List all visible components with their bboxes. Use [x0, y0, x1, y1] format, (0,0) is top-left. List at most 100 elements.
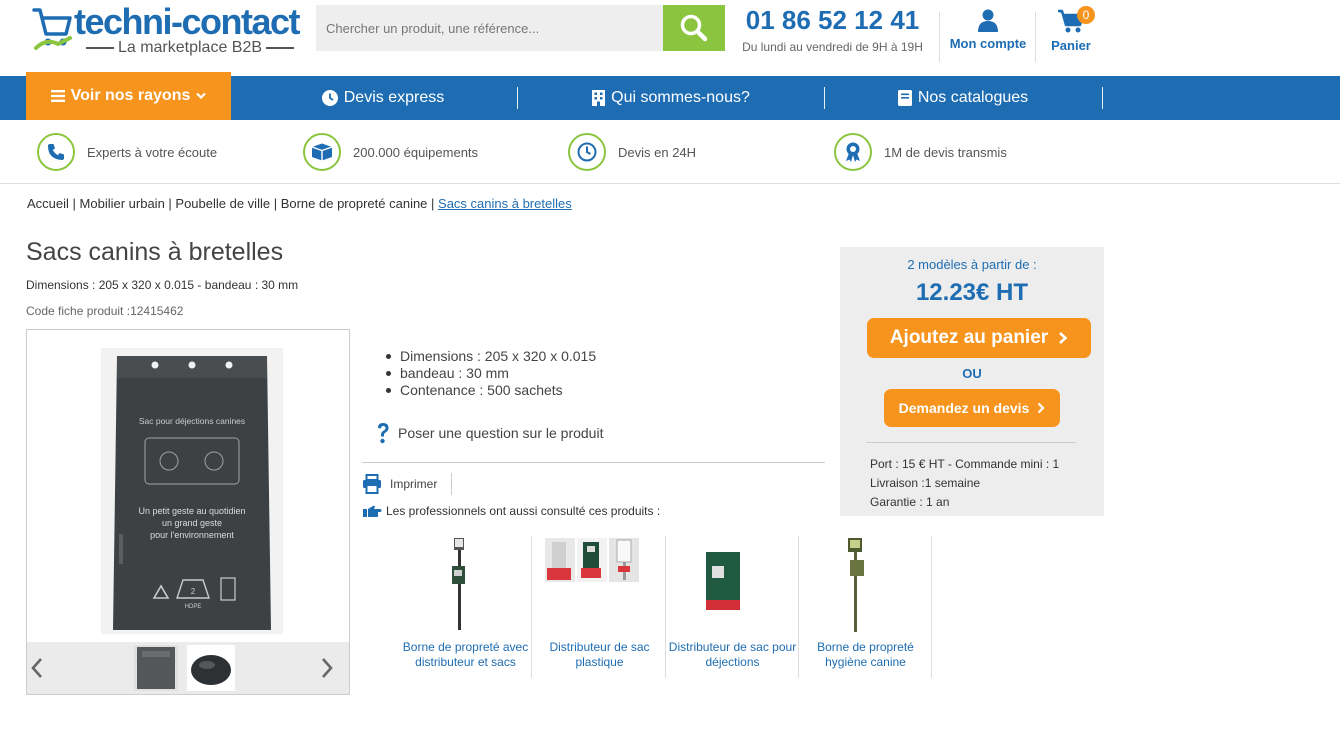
- book-icon: [897, 90, 912, 106]
- clock-icon: [568, 133, 606, 171]
- cart-count-badge: 0: [1077, 6, 1095, 24]
- breadcrumb-item[interactable]: Accueil: [27, 196, 69, 211]
- price-box: 2 modèles à partir de : 12.23€ HT Ajoute…: [840, 247, 1104, 516]
- feature-devis-transmis: 1M de devis transmis: [834, 132, 1007, 172]
- rayons-menu-button[interactable]: Voir nos rayons: [26, 72, 231, 120]
- ask-question-label: Poser une question sur le produit: [398, 425, 604, 441]
- nav-qui-sommes-nous[interactable]: Qui sommes-nous?: [540, 76, 802, 120]
- feature-label: Devis en 24H: [618, 144, 697, 160]
- chevron-right-icon[interactable]: [319, 656, 335, 680]
- breadcrumb-separator: |: [68, 196, 80, 211]
- logo[interactable]: techni-contact La marketplace B2B: [30, 2, 305, 58]
- feature-label: Experts à votre écoute: [87, 144, 218, 160]
- also-viewed-label: Les professionnels ont aussi consulté ce…: [386, 504, 661, 518]
- bag-slogan: pour l'environnement: [150, 530, 234, 540]
- breadcrumb-item[interactable]: Poubelle de ville: [175, 196, 270, 211]
- breadcrumb-current[interactable]: Sacs canins à bretelles: [438, 196, 572, 211]
- award-icon: [834, 133, 872, 171]
- related-product[interactable]: Distributeur de sac plastique: [533, 536, 666, 678]
- bag-slogan: un grand geste: [162, 518, 222, 528]
- header-divider: [1035, 12, 1036, 62]
- product-main-image[interactable]: Sac pour déjections canines Un petit ges…: [101, 348, 283, 634]
- thumbnail[interactable]: [187, 645, 235, 691]
- price: 12.23€ HT: [915, 279, 1029, 306]
- ask-question-link[interactable]: Poser une question sur le produit: [376, 422, 603, 444]
- related-product-label: Distributeur de sac pour déjections: [668, 640, 797, 669]
- hand-pointer-icon: [363, 505, 382, 517]
- add-to-cart-button[interactable]: Ajoutez au panier: [867, 318, 1091, 358]
- menu-icon: [50, 90, 65, 102]
- add-to-cart-label: Ajoutez au panier: [889, 327, 1049, 348]
- cart-label: Panier: [1051, 38, 1091, 53]
- nav-divider: [824, 87, 825, 109]
- search-input[interactable]: [316, 5, 663, 51]
- feature-equipements: 200.000 équipements: [303, 132, 478, 172]
- chevron-left-icon[interactable]: [29, 656, 45, 680]
- thumbnail[interactable]: [134, 645, 178, 691]
- cart-logo-icon: [32, 8, 72, 50]
- printer-icon: [363, 474, 381, 494]
- header-divider: [939, 12, 940, 62]
- product-gallery: Sac pour déjections canines Un petit ges…: [26, 329, 350, 695]
- product-title: Sacs canins à bretelles: [26, 238, 284, 266]
- or-label: OU: [962, 366, 982, 381]
- clock-icon: [321, 90, 338, 106]
- breadcrumb-item[interactable]: Mobilier urbain: [80, 196, 165, 211]
- related-product-image: [452, 538, 465, 630]
- breadcrumb: Accueil | Mobilier urbain | Poubelle de …: [27, 196, 572, 211]
- divider: [451, 473, 452, 495]
- dog-bag-image: Sac pour déjections canines Un petit ges…: [101, 348, 283, 634]
- related-product[interactable]: Distributeur de sac pour déjections: [666, 536, 799, 678]
- request-quote-label: Demandez un devis: [898, 400, 1030, 416]
- bag-top-text: Sac pour déjections canines: [139, 416, 245, 426]
- nav-label: Devis express: [343, 89, 445, 106]
- question-icon: [378, 423, 389, 444]
- related-product[interactable]: Borne de propreté avec distributeur et s…: [399, 536, 532, 678]
- account-label: Mon compte: [949, 36, 1027, 51]
- main-nav: Voir nos rayons Devis express Qui sommes…: [0, 72, 1340, 120]
- feature-experts: Experts à votre écoute: [37, 132, 217, 172]
- related-product-image: [848, 538, 864, 632]
- shipping-info: Port : 15 € HT - Commande mini : 1 Livra…: [870, 455, 1059, 512]
- box-icon: [303, 133, 341, 171]
- warranty: Garantie : 1 an: [870, 495, 950, 509]
- also-viewed-heading: Les professionnels ont aussi consulté ce…: [362, 504, 660, 518]
- header: techni-contact La marketplace B2B 01 86 …: [0, 0, 1340, 76]
- related-product-label: Borne de propreté hygiène canine: [817, 640, 914, 669]
- bag-slogan: Un petit geste au quotidien: [138, 506, 245, 516]
- opening-hours: Du lundi au vendredi de 9H à 19H: [742, 40, 923, 54]
- breadcrumb-item[interactable]: Borne de propreté canine: [281, 196, 428, 211]
- nav-label: Qui sommes-nous?: [611, 89, 750, 106]
- list-item: Contenance : 500 sachets: [385, 382, 596, 399]
- product-dimensions: Dimensions : 205 x 320 x 0.015 - bandeau…: [26, 278, 299, 292]
- shipping-cost: Port : 15 € HT - Commande mini : 1: [870, 457, 1060, 471]
- print-label: Imprimer: [390, 477, 438, 491]
- phone-icon: [37, 133, 75, 171]
- models-from-label: 2 modèles à partir de :: [907, 257, 1037, 272]
- phone-number[interactable]: 01 86 52 12 41: [735, 4, 930, 36]
- delivery-time: Livraison :1 semaine: [870, 476, 981, 490]
- nav-devis-express[interactable]: Devis express: [250, 76, 516, 120]
- breadcrumb-separator: |: [164, 196, 176, 211]
- nav-nos-catalogues[interactable]: Nos catalogues: [830, 76, 1096, 120]
- divider: [866, 442, 1076, 443]
- logo-text: techni-contact: [74, 1, 301, 42]
- user-icon: [978, 9, 998, 32]
- cart-button[interactable]: Panier 0: [1044, 6, 1098, 53]
- chevron-right-icon: [1059, 332, 1068, 344]
- list-item: bandeau : 30 mm: [385, 365, 596, 382]
- search-button[interactable]: [663, 5, 725, 51]
- request-quote-button[interactable]: Demandez un devis: [884, 389, 1060, 427]
- nav-divider: [1102, 87, 1103, 109]
- related-product-label: Distributeur de sac plastique: [549, 640, 650, 669]
- product-code: Code fiche produit :12415462: [26, 304, 184, 318]
- bag-material: HDPE: [185, 604, 202, 610]
- features-bar: Experts à votre écoute 200.000 équipemen…: [0, 120, 1340, 184]
- related-product[interactable]: Borne de propreté hygiène canine: [799, 536, 932, 678]
- building-icon: [592, 90, 606, 106]
- account-button[interactable]: Mon compte: [945, 8, 1031, 51]
- feature-devis-24h: Devis en 24H: [568, 132, 696, 172]
- nav-divider: [517, 87, 518, 109]
- print-button[interactable]: Imprimer: [362, 472, 437, 496]
- related-product-image: [706, 552, 740, 610]
